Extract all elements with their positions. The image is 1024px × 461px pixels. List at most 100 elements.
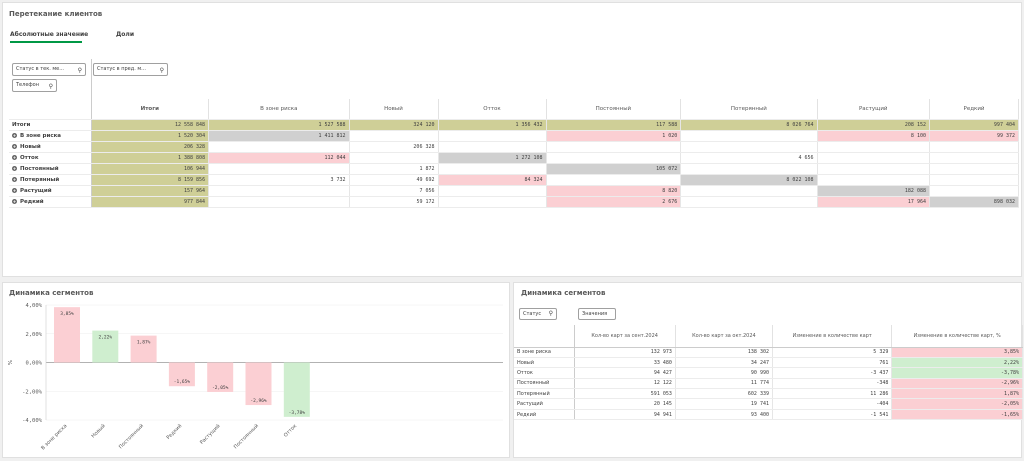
pivot-cell[interactable]: 4 656 — [680, 152, 818, 164]
expand-icon[interactable]: + — [12, 198, 17, 204]
pivot-cell[interactable]: 112 044 — [208, 152, 350, 164]
pivot-cell[interactable]: 8 820 — [546, 185, 682, 197]
pivot-col-header[interactable]: Постоянный — [546, 99, 682, 120]
pivot-cell[interactable]: 1 272 108 — [438, 152, 547, 164]
pivot-col-header[interactable]: Растущий — [817, 99, 930, 120]
pivot-cell[interactable]: 2 676 — [546, 196, 682, 208]
pivot-cell[interactable] — [680, 185, 818, 197]
row-label[interactable]: Постоянный — [514, 378, 575, 390]
pivot-cell[interactable] — [680, 196, 818, 208]
pivot-cell[interactable]: 8 022 108 — [680, 174, 818, 186]
pivot-cell[interactable]: 117 588 — [546, 119, 682, 131]
filter-status[interactable]: Статус ⚲ — [519, 308, 557, 320]
expand-icon[interactable]: + — [12, 154, 17, 160]
pivot-cell[interactable]: 206 328 — [349, 141, 439, 153]
pivot-cell[interactable]: 99 372 — [929, 130, 1020, 142]
pivot-cell[interactable] — [929, 141, 1020, 153]
pivot-cell[interactable]: 208 152 — [817, 119, 930, 131]
pivot-cell[interactable]: 49 692 — [349, 174, 439, 186]
table-col-header[interactable]: Изменение в количестве карт — [772, 325, 893, 348]
pivot-cell[interactable] — [208, 196, 350, 208]
tab-absolute[interactable]: Абсолютные значение — [10, 27, 88, 43]
pivot-cell[interactable] — [817, 174, 930, 186]
pivot-cell[interactable] — [680, 141, 818, 153]
row-label[interactable]: + Постоянный — [9, 163, 92, 175]
table-col-header[interactable]: Кол-во карт за сент.2024 — [574, 325, 676, 348]
filter-phone[interactable]: Телефон ⚲ — [12, 79, 57, 92]
pivot-cell[interactable]: 1 872 — [349, 163, 439, 175]
table-col-header[interactable]: Изменение в количестве карт, % — [891, 325, 1023, 348]
expand-icon[interactable]: + — [12, 143, 17, 149]
pivot-cell[interactable] — [929, 152, 1020, 164]
pivot-col-header[interactable]: Потерянный — [680, 99, 818, 120]
filter-status-current[interactable]: Статус в тек. ме... ⚲ — [12, 63, 86, 76]
pivot-cell[interactable]: 182 088 — [817, 185, 930, 197]
pivot-cell[interactable]: 8 026 764 — [680, 119, 818, 131]
pivot-cell[interactable]: 12 558 848 — [91, 119, 210, 131]
pivot-cell[interactable]: 8 159 856 — [91, 174, 210, 186]
pivot-cell[interactable]: 977 844 — [91, 196, 210, 208]
pivot-cell[interactable]: 324 120 — [349, 119, 439, 131]
pivot-cell[interactable]: 1 020 — [546, 130, 682, 142]
table-col-header[interactable]: Кол-во карт за окт.2024 — [675, 325, 773, 348]
pivot-cell[interactable]: 3 732 — [208, 174, 350, 186]
pivot-cell[interactable] — [929, 174, 1020, 186]
pivot-cell[interactable] — [817, 163, 930, 175]
pivot-cell[interactable] — [817, 152, 930, 164]
row-label[interactable]: Растущий — [514, 398, 575, 410]
pivot-cell[interactable] — [349, 130, 439, 142]
pivot-cell[interactable]: 105 072 — [546, 163, 682, 175]
pivot-cell[interactable]: 157 964 — [91, 185, 210, 197]
pivot-col-header[interactable]: В зоне риска — [208, 99, 350, 120]
pivot-cell[interactable] — [546, 152, 682, 164]
row-label[interactable]: + Отток — [9, 152, 92, 164]
pivot-col-header[interactable]: Итоги — [91, 99, 210, 120]
row-label[interactable]: Новый — [514, 357, 575, 369]
pivot-cell[interactable] — [546, 141, 682, 153]
pivot-col-header[interactable]: Редкий — [929, 99, 1020, 120]
pivot-cell[interactable] — [438, 130, 547, 142]
tab-shares[interactable]: Доли — [111, 27, 139, 43]
pivot-cell[interactable]: 1 411 812 — [208, 130, 350, 142]
row-label[interactable]: + В зоне риска — [9, 130, 92, 142]
expand-icon[interactable]: + — [12, 132, 17, 138]
pivot-col-header[interactable]: Новый — [349, 99, 439, 120]
pivot-cell[interactable]: 1 527 588 — [208, 119, 350, 131]
pivot-cell[interactable]: 1 388 808 — [91, 152, 210, 164]
expand-icon[interactable]: + — [12, 187, 17, 193]
pivot-cell[interactable] — [208, 141, 350, 153]
expand-icon[interactable]: + — [12, 176, 17, 182]
pivot-cell[interactable] — [438, 185, 547, 197]
pivot-cell[interactable] — [929, 163, 1020, 175]
pivot-cell[interactable] — [438, 163, 547, 175]
pivot-cell[interactable]: 898 032 — [929, 196, 1020, 208]
pivot-cell[interactable]: 17 964 — [817, 196, 930, 208]
pivot-col-header[interactable]: Отток — [438, 99, 547, 120]
values-dimension[interactable]: Значения — [578, 308, 616, 320]
row-label[interactable]: Отток — [514, 367, 575, 379]
pivot-cell[interactable]: 206 328 — [91, 141, 210, 153]
pivot-cell[interactable]: 84 324 — [438, 174, 547, 186]
pivot-cell[interactable] — [680, 130, 818, 142]
pivot-cell[interactable] — [680, 163, 818, 175]
pivot-cell[interactable] — [349, 152, 439, 164]
pivot-cell[interactable] — [208, 163, 350, 175]
pivot-cell[interactable] — [208, 185, 350, 197]
row-label[interactable]: + Новый — [9, 141, 92, 153]
pivot-cell[interactable] — [817, 141, 930, 153]
pivot-cell[interactable] — [929, 185, 1020, 197]
pivot-cell[interactable]: 997 404 — [929, 119, 1020, 131]
pivot-cell[interactable]: 59 172 — [349, 196, 439, 208]
pivot-cell[interactable]: 8 100 — [817, 130, 930, 142]
row-label[interactable]: Редкий — [514, 409, 575, 421]
pivot-cell[interactable] — [438, 196, 547, 208]
pivot-cell[interactable]: 106 944 — [91, 163, 210, 175]
row-label[interactable]: + Растущий — [9, 185, 92, 197]
row-label[interactable]: Потерянный — [514, 388, 575, 400]
pivot-cell[interactable]: 1 356 432 — [438, 119, 547, 131]
pivot-cell[interactable] — [438, 141, 547, 153]
filter-status-prev[interactable]: Статус в пред. м... ⚲ — [93, 63, 168, 76]
pivot-cell[interactable]: 7 056 — [349, 185, 439, 197]
row-label[interactable]: + Потерянный — [9, 174, 92, 186]
pivot-cell[interactable]: 1 520 304 — [91, 130, 210, 142]
